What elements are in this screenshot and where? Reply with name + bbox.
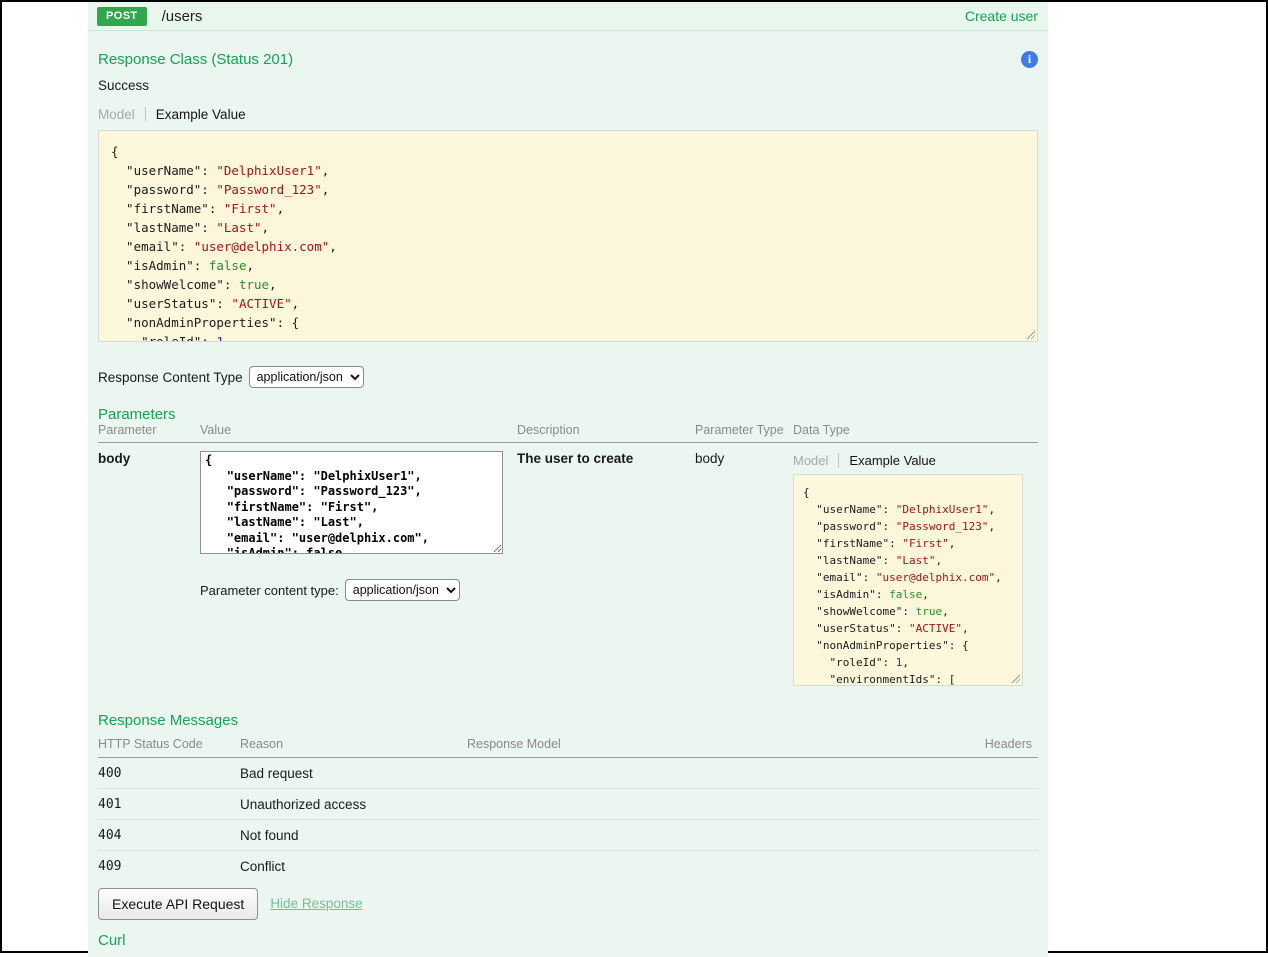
response-model: [467, 851, 887, 882]
response-message-row: 409 Conflict: [98, 851, 1038, 882]
reason: Bad request: [240, 758, 467, 789]
parameter-content-type-label: Parameter content type:: [200, 583, 339, 598]
col-description: Description: [517, 423, 695, 443]
col-data-type: Data Type: [793, 423, 1038, 443]
operation-summary-link[interactable]: Create user: [965, 8, 1038, 24]
curl-heading: Curl: [98, 932, 1038, 949]
col-http-status-code: HTTP Status Code: [98, 737, 240, 758]
operation-panel: POST /users Create user Response Class (…: [88, 2, 1048, 957]
status-code: 404: [98, 820, 240, 851]
col-value: Value: [200, 423, 517, 443]
col-parameter-type: Parameter Type: [695, 423, 793, 443]
response-messages-table: HTTP Status Code Reason Response Model H…: [98, 737, 1038, 882]
tab-example-value[interactable]: Example Value: [839, 453, 935, 468]
parameter-content-type-row: Parameter content type: application/json: [200, 579, 511, 601]
col-headers: Headers: [887, 737, 1038, 758]
headers: [887, 851, 1038, 882]
parameters-table: Parameter Value Description Parameter Ty…: [98, 423, 1038, 686]
response-class-description: Success: [98, 78, 1038, 93]
tab-example-value[interactable]: Example Value: [146, 107, 246, 122]
response-content-type-label: Response Content Type: [98, 370, 243, 385]
info-icon[interactable]: i: [1021, 51, 1038, 68]
headers: [887, 820, 1038, 851]
headers: [887, 758, 1038, 789]
data-type-cell: Model Example Value { "userName": "Delph…: [793, 443, 1038, 687]
parameter-description: The user to create: [517, 443, 695, 687]
data-type-example-snippet: { "userName": "DelphixUser1", "password"…: [793, 474, 1023, 686]
operation-heading: POST /users Create user: [88, 2, 1048, 31]
reason: Unauthorized access: [240, 789, 467, 820]
parameter-type: body: [695, 443, 793, 687]
execute-api-request-button[interactable]: Execute API Request: [98, 888, 258, 920]
reason: Not found: [240, 820, 467, 851]
response-message-row: 400 Bad request: [98, 758, 1038, 789]
tab-model[interactable]: Model: [98, 107, 146, 122]
status-code: 409: [98, 851, 240, 882]
data-type-tabs: Model Example Value: [793, 453, 1032, 468]
response-example-snippet: { "userName": "DelphixUser1", "password"…: [98, 130, 1038, 342]
reason: Conflict: [240, 851, 467, 882]
response-message-row: 404 Not found: [98, 820, 1038, 851]
headers: [887, 789, 1038, 820]
status-code: 400: [98, 758, 240, 789]
col-response-model: Response Model: [467, 737, 887, 758]
tab-model[interactable]: Model: [793, 453, 839, 468]
parameter-row-body: body { "userName": "DelphixUser1", "pass…: [98, 443, 1038, 687]
parameters-heading: Parameters: [98, 406, 1038, 423]
parameter-name: body: [98, 443, 200, 687]
parameter-value-cell: { "userName": "DelphixUser1", "password"…: [200, 443, 517, 687]
response-messages-heading: Response Messages: [98, 712, 1038, 729]
response-model: [467, 758, 887, 789]
response-message-row: 401 Unauthorized access: [98, 789, 1038, 820]
operation-path-link[interactable]: /users: [162, 8, 203, 25]
hide-response-link[interactable]: Hide Response: [270, 896, 362, 911]
parameter-content-type-select[interactable]: application/json: [345, 579, 460, 601]
response-class-heading-row: Response Class (Status 201) i: [98, 51, 1038, 68]
col-reason: Reason: [240, 737, 467, 758]
actions-row: Execute API Request Hide Response: [98, 888, 1038, 920]
response-model: [467, 789, 887, 820]
response-class-tabs: Model Example Value: [98, 107, 1038, 122]
col-parameter: Parameter: [98, 423, 200, 443]
http-method-badge: POST: [97, 7, 147, 26]
response-content-type-row: Response Content Type application/json: [98, 366, 1038, 388]
body-parameter-input[interactable]: { "userName": "DelphixUser1", "password"…: [200, 451, 503, 554]
operation-content: Response Class (Status 201) i Success Mo…: [88, 51, 1048, 957]
response-class-heading: Response Class (Status 201): [98, 51, 293, 68]
response-content-type-select[interactable]: application/json: [249, 366, 364, 388]
response-model: [467, 820, 887, 851]
status-code: 401: [98, 789, 240, 820]
